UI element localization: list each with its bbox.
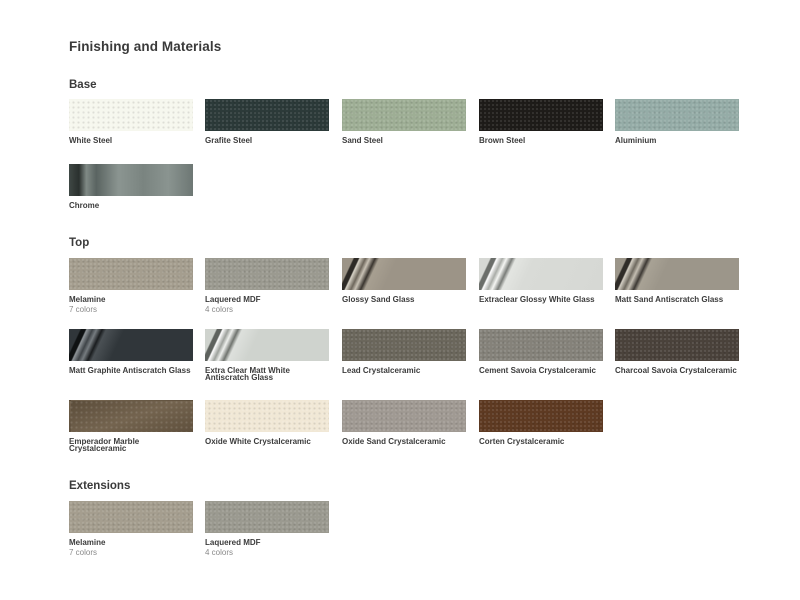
swatch-label: Corten Crystalceramic	[479, 437, 565, 446]
swatch-item-extension-melamine[interactable]: Melamine 7 colors	[69, 501, 193, 557]
swatch-charcoal-savoia-crystalceramic[interactable]	[615, 329, 739, 361]
swatch-lead-crystalceramic[interactable]	[342, 329, 466, 361]
swatch-oxide-white-crystalceramic[interactable]	[205, 400, 329, 432]
swatch-item-glossy-sand-glass[interactable]: Glossy Sand Glass	[342, 258, 466, 304]
swatch-label: Charcoal Savoia Crystalceramic	[615, 366, 737, 375]
swatch-item-laquered-mdf[interactable]: Laquered MDF 4 colors	[205, 258, 329, 314]
swatch-item-oxide-white-crystalceramic[interactable]: Oxide White Crystalceramic	[205, 400, 329, 446]
swatch-item-lead-crystalceramic[interactable]: Lead Crystalceramic	[342, 329, 466, 375]
swatch-label: Brown Steel	[479, 136, 526, 145]
swatch-laquered-mdf[interactable]	[205, 258, 329, 290]
swatch-melamine[interactable]	[69, 258, 193, 290]
swatch-label: Oxide White Crystalceramic	[205, 437, 311, 446]
swatch-white-steel[interactable]	[69, 99, 193, 131]
section-title-extensions: Extensions	[69, 480, 131, 492]
swatch-brown-steel[interactable]	[479, 99, 603, 131]
swatch-item-brown-steel[interactable]: Brown Steel	[479, 99, 603, 145]
swatch-label: Melamine	[69, 538, 106, 547]
swatch-label: Extra Clear Matt White Antiscratch Glass	[205, 366, 290, 382]
swatch-color-count: 7 colors	[69, 548, 98, 557]
swatch-matt-graphite-antiscratch-glass[interactable]	[69, 329, 193, 361]
swatch-item-charcoal-savoia-crystalceramic[interactable]: Charcoal Savoia Crystalceramic	[615, 329, 739, 375]
swatch-chrome[interactable]	[69, 164, 193, 196]
swatch-sand-steel[interactable]	[342, 99, 466, 131]
swatch-label: Extraclear Glossy White Glass	[479, 295, 595, 304]
swatch-label: Aluminium	[615, 136, 657, 145]
swatch-grafite-steel[interactable]	[205, 99, 329, 131]
swatch-color-count: 4 colors	[205, 548, 234, 557]
swatch-extraclear-glossy-white-glass[interactable]	[479, 258, 603, 290]
swatch-item-melamine[interactable]: Melamine 7 colors	[69, 258, 193, 314]
swatch-item-extraclear-glossy-white-glass[interactable]: Extraclear Glossy White Glass	[479, 258, 603, 304]
swatch-aluminium[interactable]	[615, 99, 739, 131]
swatch-label: Melamine	[69, 295, 106, 304]
swatch-label: Matt Graphite Antiscratch Glass	[69, 366, 191, 375]
swatch-item-emperador-marble-crystalceramic[interactable]: Emperador Marble Crystalceramic	[69, 400, 193, 453]
swatch-item-matt-sand-antiscratch-glass[interactable]: Matt Sand Antiscratch Glass	[615, 258, 739, 304]
swatch-item-oxide-sand-crystalceramic[interactable]: Oxide Sand Crystalceramic	[342, 400, 466, 446]
page-title: Finishing and Materials	[69, 39, 222, 54]
swatch-label: Lead Crystalceramic	[342, 366, 421, 375]
swatch-item-sand-steel[interactable]: Sand Steel	[342, 99, 466, 145]
swatch-item-grafite-steel[interactable]: Grafite Steel	[205, 99, 329, 145]
swatch-oxide-sand-crystalceramic[interactable]	[342, 400, 466, 432]
swatch-color-count: 4 colors	[205, 305, 234, 314]
swatch-item-chrome[interactable]: Chrome	[69, 164, 193, 210]
swatch-label: Laquered MDF	[205, 295, 261, 304]
swatch-label: Grafite Steel	[205, 136, 253, 145]
swatch-cement-savoia-crystalceramic[interactable]	[479, 329, 603, 361]
swatch-label: Emperador Marble Crystalceramic	[69, 437, 140, 453]
section-title-base: Base	[69, 79, 97, 91]
swatch-label: Cement Savoia Crystalceramic	[479, 366, 596, 375]
swatch-item-aluminium[interactable]: Aluminium	[615, 99, 739, 145]
swatch-corten-crystalceramic[interactable]	[479, 400, 603, 432]
swatch-item-white-steel[interactable]: White Steel	[69, 99, 193, 145]
swatch-label: Glossy Sand Glass	[342, 295, 415, 304]
swatch-item-matt-graphite-antiscratch-glass[interactable]: Matt Graphite Antiscratch Glass	[69, 329, 193, 375]
swatch-extra-clear-matt-white-antiscratch-glass[interactable]	[205, 329, 329, 361]
swatch-item-corten-crystalceramic[interactable]: Corten Crystalceramic	[479, 400, 603, 446]
swatch-item-cement-savoia-crystalceramic[interactable]: Cement Savoia Crystalceramic	[479, 329, 603, 375]
swatch-label: Matt Sand Antiscratch Glass	[615, 295, 724, 304]
swatch-glossy-sand-glass[interactable]	[342, 258, 466, 290]
swatch-color-count: 7 colors	[69, 305, 98, 314]
swatch-label: Chrome	[69, 201, 100, 210]
swatch-extension-laquered-mdf[interactable]	[205, 501, 329, 533]
swatch-emperador-marble-crystalceramic[interactable]	[69, 400, 193, 432]
swatch-matt-sand-antiscratch-glass[interactable]	[615, 258, 739, 290]
swatch-label: Sand Steel	[342, 136, 383, 145]
swatch-label: White Steel	[69, 136, 113, 145]
swatch-item-extra-clear-matt-white-antiscratch-glass[interactable]: Extra Clear Matt White Antiscratch Glass	[205, 329, 329, 382]
swatch-extension-melamine[interactable]	[69, 501, 193, 533]
swatch-label: Oxide Sand Crystalceramic	[342, 437, 446, 446]
swatch-label: Laquered MDF	[205, 538, 261, 547]
section-title-top: Top	[69, 237, 90, 249]
swatch-item-extension-laquered-mdf[interactable]: Laquered MDF 4 colors	[205, 501, 329, 557]
